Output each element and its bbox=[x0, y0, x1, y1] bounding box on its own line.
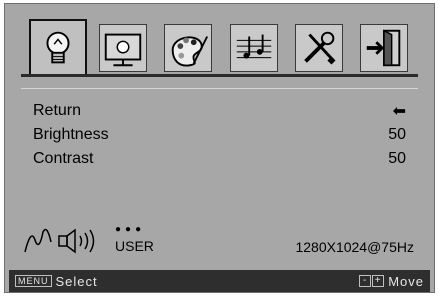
menu-item-contrast[interactable]: Contrast 50 bbox=[33, 147, 406, 171]
lightbulb-icon bbox=[46, 31, 70, 64]
divider-highlight bbox=[21, 88, 418, 89]
return-arrow-icon: ⬅ bbox=[392, 103, 406, 120]
select-hint: MENU Select bbox=[15, 274, 98, 289]
speaker-wave-icon bbox=[24, 228, 95, 254]
move-label: Move bbox=[388, 273, 424, 289]
menu-item-return[interactable]: Return ⬅ bbox=[33, 99, 406, 123]
menu-key: MENU bbox=[15, 275, 52, 287]
divider bbox=[21, 74, 418, 77]
tab-exit[interactable] bbox=[359, 24, 408, 72]
tab-audio[interactable] bbox=[229, 24, 278, 72]
hint-bar: MENU Select - + Move bbox=[9, 270, 430, 292]
menu-item-label: Brightness bbox=[33, 126, 109, 143]
select-label: Select bbox=[55, 273, 98, 289]
palette-icon bbox=[172, 36, 209, 67]
tab-picture[interactable] bbox=[29, 19, 87, 77]
image-icon bbox=[104, 33, 142, 67]
menu-item-label: Contrast bbox=[33, 150, 94, 167]
mode-indicator-dots: ●●● bbox=[115, 224, 146, 235]
menu-item-label: Return bbox=[33, 102, 82, 119]
tab-tools[interactable] bbox=[294, 24, 343, 72]
menu-item-value: 50 bbox=[388, 150, 406, 167]
osd-panel: Return ⬅ Brightness 50 Contrast 50 ●●● U… bbox=[4, 3, 435, 293]
move-hint: - + Move bbox=[359, 274, 424, 289]
minus-key: - bbox=[359, 275, 372, 287]
exit-icon bbox=[366, 29, 401, 67]
audio-icon bbox=[236, 34, 271, 59]
tools-icon bbox=[303, 31, 336, 65]
menu-item-value: 50 bbox=[388, 126, 406, 143]
minus-plus-keys: - + bbox=[359, 275, 385, 287]
tab-color[interactable] bbox=[164, 24, 213, 72]
mode-label: USER bbox=[115, 238, 154, 254]
tab-image[interactable] bbox=[99, 24, 148, 72]
plus-key: + bbox=[372, 275, 385, 287]
status-area: ●●● USER 1280X1024@75Hz bbox=[23, 222, 418, 258]
resolution-label: 1280X1024@75Hz bbox=[295, 239, 414, 255]
menu-item-brightness[interactable]: Brightness 50 bbox=[33, 123, 406, 147]
